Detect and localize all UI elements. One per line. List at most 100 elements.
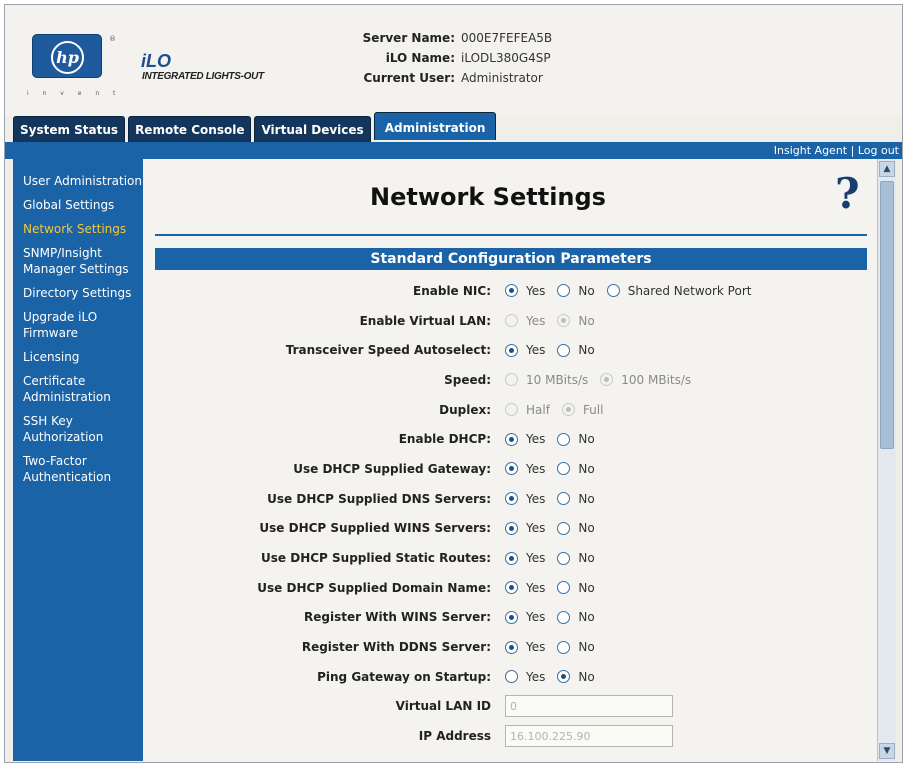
tab-administration[interactable]: Administration bbox=[373, 112, 497, 140]
radio-button[interactable] bbox=[505, 521, 518, 535]
sidebar-item-user-administration[interactable]: User Administration bbox=[13, 169, 143, 193]
registered-mark: ® bbox=[109, 35, 116, 43]
radio-label: No bbox=[578, 461, 595, 476]
hp-logo: hp bbox=[32, 34, 102, 78]
radio-button[interactable] bbox=[505, 343, 518, 357]
radio-option-yes[interactable]: Yes bbox=[505, 551, 545, 565]
radio-button[interactable] bbox=[505, 610, 518, 624]
radio-button[interactable] bbox=[557, 551, 571, 565]
radio-label: No bbox=[578, 669, 595, 684]
radio-button[interactable] bbox=[557, 462, 571, 476]
tab-system-status[interactable]: System Status bbox=[13, 116, 126, 142]
help-icon[interactable]: ? bbox=[835, 169, 860, 218]
radio-option-yes[interactable]: Yes bbox=[505, 284, 545, 298]
radio-option-no[interactable]: No bbox=[557, 640, 595, 655]
radio-label: No bbox=[578, 640, 595, 655]
radio-button bbox=[557, 314, 571, 328]
radio-button[interactable] bbox=[505, 462, 518, 476]
sidebar-item-certificate-administration[interactable]: Certificate Administration bbox=[13, 369, 143, 409]
radio-option-yes[interactable]: Yes bbox=[505, 640, 545, 654]
radio-button[interactable] bbox=[505, 640, 518, 654]
radio-option-no[interactable]: No bbox=[557, 284, 595, 298]
form-row-transceiver-speed-autoselect: Transceiver Speed Autoselect: Yes No bbox=[143, 335, 877, 365]
radio-button[interactable] bbox=[557, 521, 571, 535]
sidebar-item-ssh-key-authorization[interactable]: SSH Key Authorization bbox=[13, 409, 143, 449]
field-control: Yes No bbox=[505, 492, 601, 506]
insight-agent-link[interactable]: Insight Agent bbox=[774, 144, 847, 157]
radio-option-shared-network-port[interactable]: Shared Network Port bbox=[606, 284, 751, 298]
server-info: Server Name: 000E7FEFEA5B iLO Name: iLODL3… bbox=[305, 28, 553, 88]
radio-button[interactable] bbox=[557, 670, 571, 684]
field-label: Enable DHCP: bbox=[398, 432, 491, 447]
radio-option-no[interactable]: No bbox=[557, 610, 595, 624]
radio-button[interactable] bbox=[557, 343, 571, 357]
logout-link[interactable]: Log out bbox=[858, 144, 899, 157]
tab-virtual-devices[interactable]: Virtual Devices bbox=[254, 116, 371, 142]
radio-label: No bbox=[578, 313, 595, 328]
radio-button[interactable] bbox=[505, 284, 518, 298]
radio-button[interactable] bbox=[557, 581, 571, 595]
radio-button[interactable] bbox=[557, 640, 571, 654]
radio-button[interactable] bbox=[505, 492, 518, 506]
link-separator: | bbox=[850, 144, 855, 157]
radio-button[interactable] bbox=[505, 670, 518, 684]
radio-option-no[interactable]: No bbox=[557, 521, 595, 535]
scroll-up-arrow-icon[interactable]: ▲ bbox=[879, 161, 895, 177]
radio-option-no[interactable]: No bbox=[557, 669, 595, 684]
radio-button[interactable] bbox=[557, 610, 571, 624]
network-settings-form: Enable NIC: Yes No Shared Network Port Enabl… bbox=[143, 276, 877, 751]
radio-option-no[interactable]: No bbox=[557, 492, 595, 506]
ip-address-input[interactable] bbox=[505, 725, 673, 748]
sidebar-item-network-settings[interactable]: Network Settings bbox=[13, 217, 143, 241]
radio-option-no[interactable]: No bbox=[557, 432, 595, 446]
field-control: Yes No bbox=[505, 581, 601, 595]
scroll-thumb[interactable] bbox=[880, 181, 894, 449]
radio-button[interactable] bbox=[557, 284, 571, 298]
radio-button[interactable] bbox=[505, 551, 518, 565]
main-tabs: System Status Remote Console Virtual Dev… bbox=[13, 112, 497, 142]
radio-label: No bbox=[578, 580, 595, 595]
radio-option-yes[interactable]: Yes bbox=[505, 462, 545, 476]
radio-option-yes[interactable]: Yes bbox=[505, 610, 545, 624]
scroll-down-arrow-icon[interactable]: ▼ bbox=[879, 743, 895, 759]
radio-option-half: Half bbox=[505, 403, 550, 417]
current-user-value: Administrator bbox=[461, 71, 543, 85]
sidebar-item-two-factor-authentication[interactable]: Two-Factor Authentication bbox=[13, 449, 143, 489]
radio-label: Yes bbox=[526, 313, 546, 328]
radio-option-no[interactable]: No bbox=[557, 580, 595, 595]
ilo-name-value: iLODL380G4SP bbox=[461, 51, 551, 65]
tab-remote-console[interactable]: Remote Console bbox=[128, 116, 252, 142]
radio-option-yes[interactable]: Yes bbox=[505, 492, 545, 506]
field-control: Half Full bbox=[505, 403, 609, 417]
field-control: 10 MBits/s 100 MBits/s bbox=[505, 373, 697, 387]
virtual-lan-id-input[interactable] bbox=[505, 695, 673, 718]
radio-button[interactable] bbox=[505, 432, 518, 446]
radio-option-yes[interactable]: Yes bbox=[505, 521, 545, 535]
radio-option-no[interactable]: No bbox=[557, 461, 595, 476]
sidebar-item-global-settings[interactable]: Global Settings bbox=[13, 193, 143, 217]
radio-button[interactable] bbox=[557, 492, 571, 506]
radio-button[interactable] bbox=[606, 284, 620, 298]
radio-button[interactable] bbox=[505, 581, 518, 595]
field-control: Yes No bbox=[505, 432, 601, 446]
vertical-scrollbar[interactable]: ▲ ▼ bbox=[877, 159, 896, 761]
form-row-use-dhcp-supplied-dns-servers: Use DHCP Supplied DNS Servers: Yes No bbox=[143, 484, 877, 514]
radio-option-no[interactable]: No bbox=[557, 551, 595, 566]
sidebar-item-upgrade-firmware[interactable]: Upgrade iLO Firmware bbox=[13, 305, 143, 345]
field-label: Use DHCP Supplied Domain Name: bbox=[257, 580, 491, 595]
form-row-register-with-wins-server: Register With WINS Server: Yes No bbox=[143, 603, 877, 633]
sidebar-item-directory-settings[interactable]: Directory Settings bbox=[13, 281, 143, 305]
radio-label: No bbox=[578, 551, 595, 566]
radio-option-no[interactable]: No bbox=[557, 343, 595, 357]
radio-button[interactable] bbox=[557, 432, 571, 446]
sidebar-item-snmp-insight-manager[interactable]: SNMP/Insight Manager Settings bbox=[13, 241, 143, 281]
sidebar-item-licensing[interactable]: Licensing bbox=[13, 345, 143, 369]
radio-option-yes[interactable]: Yes bbox=[505, 432, 545, 446]
field-label: Enable NIC: bbox=[413, 283, 491, 298]
radio-option-yes[interactable]: Yes bbox=[505, 581, 545, 595]
header: hp ® i n v e n t iLO INTEGRATED LIGHTS-O… bbox=[5, 5, 902, 116]
radio-button bbox=[505, 314, 518, 328]
radio-option-yes[interactable]: Yes bbox=[505, 670, 545, 684]
radio-option-yes[interactable]: Yes bbox=[505, 343, 545, 357]
field-label: Register With WINS Server: bbox=[304, 610, 491, 625]
